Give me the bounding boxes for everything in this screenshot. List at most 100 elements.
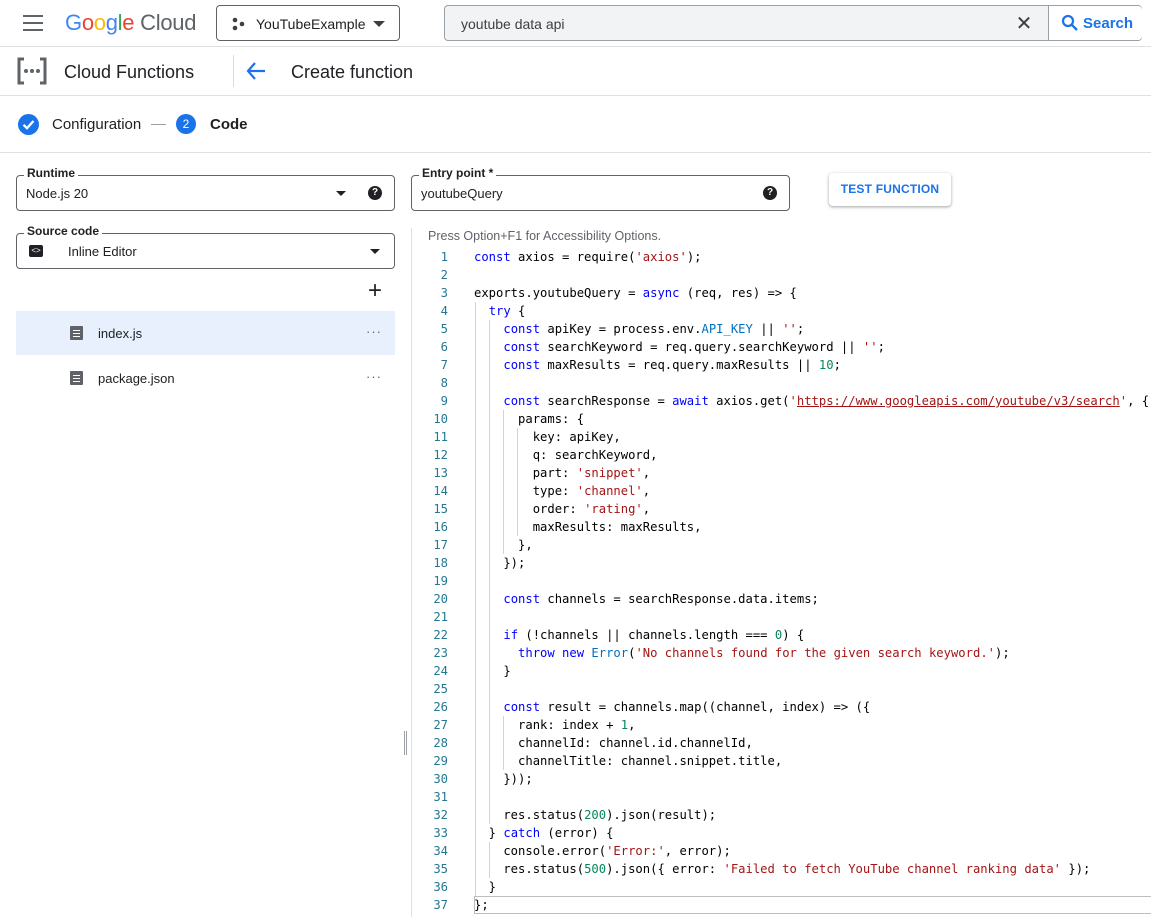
code-line[interactable]: 5 const apiKey = process.env.API_KEY || … [412, 320, 1151, 338]
code-line[interactable]: 8 [412, 374, 1151, 392]
code-line[interactable]: 17 }, [412, 536, 1151, 554]
step-complete-icon[interactable] [18, 114, 39, 135]
code-line[interactable]: 30 })); [412, 770, 1151, 788]
code-line[interactable]: 2 [412, 266, 1151, 284]
code-text: }); [474, 556, 526, 570]
code-line[interactable]: 35 res.status(500).json({ error: 'Failed… [412, 860, 1151, 878]
file-item-package-json[interactable]: package.json ··· [16, 356, 395, 400]
code-line[interactable]: 12 q: searchKeyword, [412, 446, 1151, 464]
file-name: index.js [98, 326, 143, 341]
chevron-down-icon [336, 191, 346, 196]
code-text: res.status(200).json(result); [474, 808, 717, 822]
logo-letter: o [81, 10, 94, 35]
source-code-select[interactable]: Source code <> Inline Editor [16, 224, 395, 269]
top-bar: Google Cloud YouTubeExample youtube data … [0, 0, 1151, 47]
code-text: const searchKeyword = req.query.searchKe… [503, 340, 885, 354]
line-number: 32 [433, 808, 448, 822]
code-line[interactable]: 24 } [412, 662, 1151, 680]
help-icon[interactable]: ? [763, 186, 777, 200]
code-line[interactable]: 23 throw new Error('No channels found fo… [412, 644, 1151, 662]
code-text: }; [474, 898, 489, 912]
code-line[interactable]: 1 const axios = require('axios'); [412, 248, 1151, 266]
code-line[interactable]: 34 console.error('Error:', error); [412, 842, 1151, 860]
code-line[interactable]: 13 part: 'snippet', [412, 464, 1151, 482]
code-line[interactable]: 7 const maxResults = req.query.maxResult… [412, 356, 1151, 374]
code-line[interactable]: 36 } [412, 878, 1151, 896]
help-icon[interactable]: ? [368, 186, 382, 200]
step-configuration[interactable]: Configuration [52, 116, 141, 133]
code-line[interactable]: 27 rank: index + 1, [412, 716, 1151, 734]
code-text: console.error('Error:', error); [474, 844, 731, 858]
code-text: channelId: channel.id.channelId, [474, 736, 753, 750]
header-divider [233, 55, 234, 87]
resize-handle[interactable] [404, 731, 407, 755]
line-number: 1 [440, 250, 448, 264]
code-line[interactable]: 15 order: 'rating', [412, 500, 1151, 518]
line-number: 9 [440, 394, 448, 408]
logo-letter: G [65, 10, 82, 35]
code-line[interactable]: 26 const result = channels.map((channel,… [412, 698, 1151, 716]
file-icon [70, 326, 83, 340]
line-number: 13 [433, 466, 448, 480]
code-text: q: searchKeyword, [474, 448, 658, 462]
code-line[interactable]: 22 if (!channels || channels.length === … [412, 626, 1151, 644]
more-icon[interactable]: ··· [366, 369, 382, 384]
code-text: type: 'channel', [474, 484, 651, 498]
more-icon[interactable]: ··· [366, 324, 382, 339]
code-line[interactable]: 21 [412, 608, 1151, 626]
code-line[interactable]: 16 maxResults: maxResults, [412, 518, 1151, 536]
code-line[interactable]: 29 channelTitle: channel.snippet.title, [412, 752, 1151, 770]
search-button[interactable]: Search [1048, 6, 1142, 40]
code-line[interactable]: 6 const searchKeyword = req.query.search… [412, 338, 1151, 356]
google-cloud-logo[interactable]: Google Cloud [65, 10, 196, 36]
code-line[interactable]: 18 }); [412, 554, 1151, 572]
line-number: 36 [433, 880, 448, 894]
code-line[interactable]: 37}; [412, 896, 1151, 914]
code-line[interactable]: 32 res.status(200).json(result); [412, 806, 1151, 824]
code-line[interactable]: 19 [412, 572, 1151, 590]
close-icon[interactable]: ✕ [1014, 14, 1034, 34]
product-title[interactable]: Cloud Functions [64, 62, 194, 83]
line-number: 30 [433, 772, 448, 786]
line-number: 10 [433, 412, 448, 426]
add-file-button[interactable]: + [366, 279, 384, 303]
code-line[interactable]: 10 params: { [412, 410, 1151, 428]
stepper: Configuration 2 Code [0, 96, 1151, 153]
code-text: exports.youtubeQuery = async (req, res) … [474, 286, 797, 300]
search-button-label: Search [1083, 15, 1134, 32]
code-text: })); [474, 772, 533, 786]
page-header: Cloud Functions Create function [0, 47, 1151, 96]
test-function-button[interactable]: TEST FUNCTION [829, 173, 951, 206]
code-text: } [474, 664, 511, 678]
code-line[interactable]: 11 key: apiKey, [412, 428, 1151, 446]
code-editor[interactable]: 1 const axios = require('axios'); 2 3 export… [412, 248, 1151, 917]
line-number: 35 [433, 862, 448, 876]
step-number: 2 [176, 114, 196, 134]
page-title: Create function [291, 62, 414, 82]
line-number: 29 [433, 754, 448, 768]
search-icon [1061, 14, 1078, 31]
chevron-down-icon [373, 21, 385, 27]
search-bar[interactable]: youtube data api ✕ Search [444, 5, 1142, 41]
menu-icon[interactable] [23, 15, 43, 31]
search-input[interactable]: youtube data api [461, 16, 565, 32]
code-text: key: apiKey, [474, 430, 621, 444]
entry-point-field[interactable]: Entry point * youtubeQuery ? [411, 166, 790, 211]
code-line[interactable]: 33 } catch (error) { [412, 824, 1151, 842]
code-line[interactable]: 28 channelId: channel.id.channelId, [412, 734, 1151, 752]
code-line[interactable]: 20 const channels = searchResponse.data.… [412, 590, 1151, 608]
code-line[interactable]: 31 [412, 788, 1151, 806]
runtime-select[interactable]: Runtime Node.js 20 ? [16, 166, 395, 211]
accessibility-hint: Press Option+F1 for Accessibility Option… [428, 229, 662, 243]
code-line[interactable]: 3 exports.youtubeQuery = async (req, res)… [412, 284, 1151, 302]
code-line[interactable]: 4 try { [412, 302, 1151, 320]
code-line[interactable]: 25 [412, 680, 1151, 698]
line-number: 24 [433, 664, 448, 678]
logo-letter: e [122, 10, 135, 35]
code-line[interactable]: 14 type: 'channel', [412, 482, 1151, 500]
line-number: 23 [433, 646, 448, 660]
file-item-index-js[interactable]: index.js ··· [16, 311, 395, 355]
project-picker[interactable]: YouTubeExample [216, 5, 400, 41]
code-line[interactable]: 9 const searchResponse = await axios.get… [412, 392, 1151, 410]
back-arrow-icon[interactable] [245, 60, 267, 82]
